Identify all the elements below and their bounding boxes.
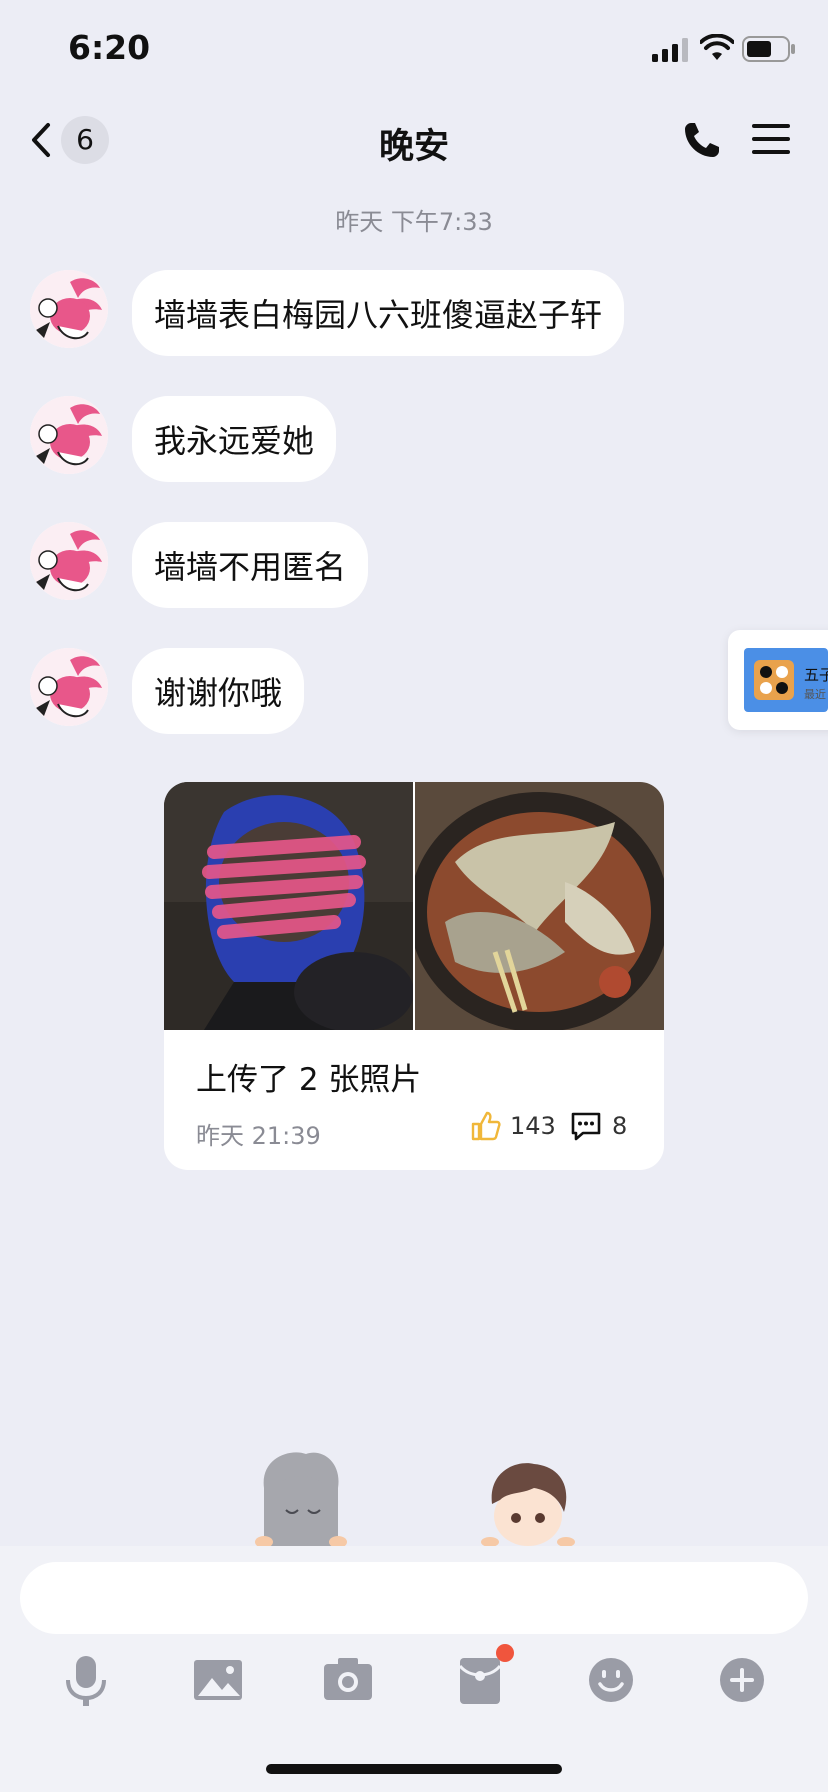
status-time: 6:20: [68, 28, 151, 67]
sender-avatar[interactable]: [30, 648, 108, 726]
sender-avatar[interactable]: [30, 270, 108, 348]
sender-avatar[interactable]: [30, 522, 108, 600]
sender-avatar[interactable]: [30, 396, 108, 474]
menu-icon[interactable]: [752, 122, 790, 156]
floating-game-widget[interactable]: 五子 最近: [728, 630, 828, 730]
comment-count: 8: [612, 1112, 628, 1140]
game-title: 五子: [804, 666, 828, 684]
game-subtitle: 最近: [804, 688, 826, 701]
comment-icon: [571, 1112, 601, 1141]
message-row: [30, 270, 108, 348]
message-row: [30, 522, 108, 600]
more-plus-icon[interactable]: [714, 1652, 770, 1708]
like-count: 143: [510, 1112, 556, 1140]
message-input[interactable]: [20, 1562, 808, 1634]
voice-microphone-icon[interactable]: [58, 1652, 114, 1708]
image-gallery-icon[interactable]: [190, 1652, 246, 1708]
post-photo-person[interactable]: [164, 782, 413, 1030]
emoji-icon[interactable]: [583, 1652, 639, 1708]
phone-call-icon[interactable]: [682, 120, 722, 160]
post-time: 昨天 21:39: [196, 1122, 321, 1150]
message-timestamp: 昨天 下午7:33: [335, 208, 493, 236]
gray-boy-mascot-icon: [255, 1452, 347, 1546]
wifi-icon: [700, 34, 734, 60]
message-bubble[interactable]: 谢谢你哦: [132, 648, 305, 734]
message-row: [30, 648, 108, 726]
message-bubble[interactable]: 墙墙不用匿名: [132, 522, 369, 608]
post-caption: 上传了 2 张照片: [196, 1062, 422, 1098]
notification-dot: [496, 1644, 514, 1662]
message-bubble[interactable]: 墙墙表白梅园八六班傻逼赵子轩: [132, 270, 625, 356]
message-bubble[interactable]: 我永远爱她: [132, 396, 337, 482]
cellular-signal-icon: [652, 38, 688, 62]
post-photo-food[interactable]: [415, 782, 664, 1030]
bunny-avatar-icon: [30, 270, 108, 348]
bunny-avatar-icon: [30, 648, 108, 726]
like-button[interactable]: 143: [470, 1108, 556, 1144]
brown-hair-boy-mascot-icon: [481, 1463, 575, 1546]
thumbs-up-icon: [471, 1111, 501, 1141]
bunny-avatar-icon: [30, 522, 108, 600]
battery-icon: [742, 36, 795, 62]
bunny-avatar-icon: [30, 396, 108, 474]
home-indicator[interactable]: [266, 1764, 562, 1774]
chat-input-panel: [0, 1546, 828, 1792]
message-row: [30, 396, 108, 474]
album-post-card[interactable]: 上传了 2 张照片 昨天 21:39 143 8: [164, 782, 664, 1170]
comment-button[interactable]: 8: [570, 1108, 627, 1144]
camera-icon[interactable]: [320, 1652, 376, 1708]
